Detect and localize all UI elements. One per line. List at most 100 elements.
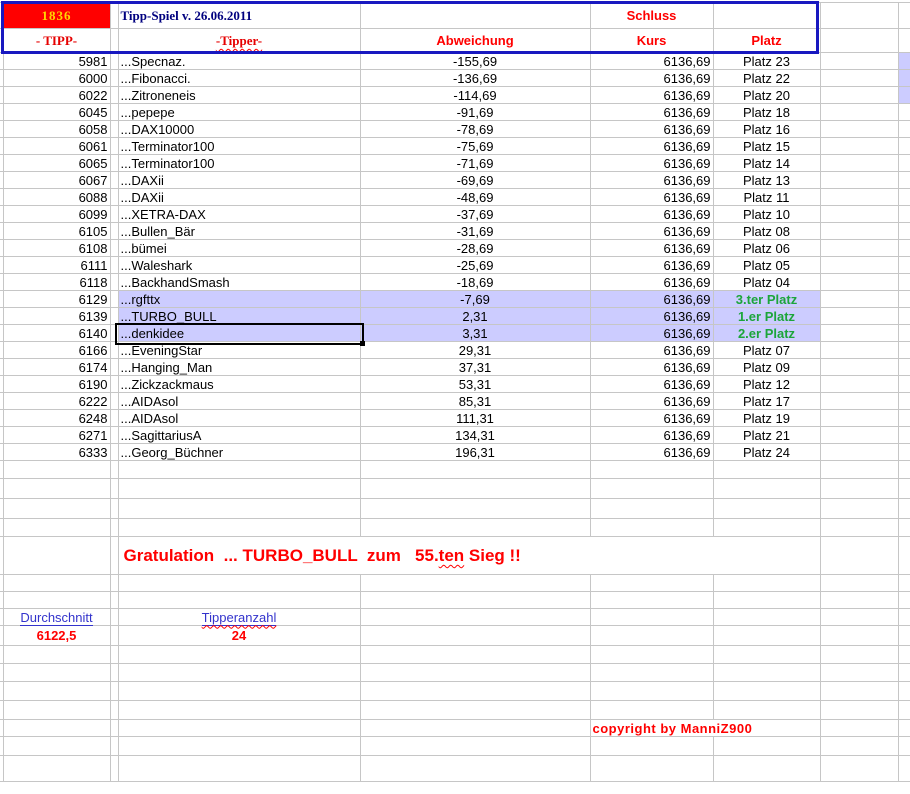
cell-kurs[interactable]: 6136,69: [589, 120, 714, 138]
cell-gap[interactable]: [109, 358, 119, 376]
empty-cell[interactable]: [819, 498, 899, 519]
cell-kurs[interactable]: 6136,69: [589, 341, 714, 359]
game-number-cell[interactable]: 1836: [2, 2, 111, 29]
cell-tipp[interactable]: 5981: [2, 52, 111, 70]
empty-cell[interactable]: [589, 663, 714, 682]
empty-cell[interactable]: [897, 663, 910, 682]
cell-tipper[interactable]: ...pepepe: [117, 103, 361, 121]
cell-abweichung[interactable]: -78,69: [359, 120, 591, 138]
col-header-abweichung[interactable]: Abweichung: [359, 28, 591, 53]
empty-cell[interactable]: [109, 536, 119, 575]
cell-edge[interactable]: [897, 205, 910, 223]
empty-cell[interactable]: [712, 755, 821, 782]
empty-cell[interactable]: [117, 700, 361, 720]
cell-kurs[interactable]: 6136,69: [589, 273, 714, 291]
cell-edge[interactable]: [897, 52, 910, 70]
cell-gap[interactable]: [109, 154, 119, 172]
cell-platz[interactable]: Platz 09: [712, 358, 821, 376]
cell-extra[interactable]: [819, 52, 899, 70]
cell-gap[interactable]: [109, 205, 119, 223]
empty-cell[interactable]: [2, 736, 111, 756]
empty-cell[interactable]: [712, 591, 821, 609]
cell-tipper[interactable]: ...TURBO_BULL: [117, 307, 361, 325]
cell-tipp[interactable]: 6061: [2, 137, 111, 155]
cell-extra[interactable]: [819, 69, 899, 87]
cell-platz[interactable]: Platz 22: [712, 69, 821, 87]
cell-kurs[interactable]: 6136,69: [589, 239, 714, 257]
empty-cell[interactable]: [897, 736, 910, 756]
cell-tipp[interactable]: 6140: [2, 324, 111, 342]
empty-cell[interactable]: [2, 681, 111, 701]
empty-cell[interactable]: [359, 755, 591, 782]
empty-cell[interactable]: [359, 2, 591, 29]
cell-gap[interactable]: [109, 52, 119, 70]
cell-edge[interactable]: [897, 307, 910, 325]
cell-gap[interactable]: [109, 222, 119, 240]
empty-cell[interactable]: [117, 460, 361, 479]
empty-cell[interactable]: [712, 574, 821, 592]
cell-kurs[interactable]: 6136,69: [589, 154, 714, 172]
cell-tipper[interactable]: ...EveningStar: [117, 341, 361, 359]
empty-cell[interactable]: [359, 625, 591, 646]
cell-abweichung[interactable]: -28,69: [359, 239, 591, 257]
cell-kurs[interactable]: 6136,69: [589, 324, 714, 342]
cell-edge[interactable]: [897, 222, 910, 240]
empty-cell[interactable]: [109, 700, 119, 720]
cell-gap[interactable]: [109, 188, 119, 206]
cell-tipper[interactable]: ...XETRA-DAX: [117, 205, 361, 223]
empty-cell[interactable]: [109, 663, 119, 682]
cell-extra[interactable]: [819, 154, 899, 172]
cell-gap[interactable]: [109, 307, 119, 325]
copyright-cell[interactable]: copyright by ManniZ900: [589, 719, 821, 737]
empty-cell[interactable]: [819, 645, 899, 664]
cell-edge[interactable]: [897, 171, 910, 189]
cell-gap[interactable]: [109, 239, 119, 257]
empty-cell[interactable]: [819, 755, 899, 782]
cell-tipp[interactable]: 6166: [2, 341, 111, 359]
cell-tipper[interactable]: ...denkidee: [117, 324, 361, 342]
empty-cell[interactable]: [2, 574, 111, 592]
count-label-cell[interactable]: Tipperanzahl: [117, 608, 361, 626]
cell-platz[interactable]: Platz 17: [712, 392, 821, 410]
empty-cell[interactable]: [109, 645, 119, 664]
empty-cell[interactable]: [589, 625, 714, 646]
cell-extra[interactable]: [819, 137, 899, 155]
cell-edge[interactable]: [897, 426, 910, 444]
cell-kurs[interactable]: 6136,69: [589, 205, 714, 223]
empty-cell[interactable]: [819, 663, 899, 682]
empty-cell[interactable]: [819, 536, 899, 575]
cell-kurs[interactable]: 6136,69: [589, 290, 714, 308]
cell-tipper[interactable]: ...SagittariusA: [117, 426, 361, 444]
empty-cell[interactable]: [712, 681, 821, 701]
cell-platz[interactable]: Platz 20: [712, 86, 821, 104]
cell-extra[interactable]: [819, 239, 899, 257]
cell-abweichung[interactable]: 85,31: [359, 392, 591, 410]
cell-kurs[interactable]: 6136,69: [589, 409, 714, 427]
empty-cell[interactable]: [589, 681, 714, 701]
cell-edge[interactable]: [897, 375, 910, 393]
cell-tipper[interactable]: ...DAXii: [117, 171, 361, 189]
empty-cell[interactable]: [359, 498, 591, 519]
cell-extra[interactable]: [819, 392, 899, 410]
cell-gap[interactable]: [109, 171, 119, 189]
empty-cell[interactable]: [897, 518, 910, 537]
cell-extra[interactable]: [819, 307, 899, 325]
cell-abweichung[interactable]: -25,69: [359, 256, 591, 274]
empty-cell[interactable]: [117, 736, 361, 756]
empty-cell[interactable]: [712, 625, 821, 646]
empty-cell[interactable]: [589, 591, 714, 609]
cell-tipp[interactable]: 6271: [2, 426, 111, 444]
empty-cell[interactable]: [2, 719, 111, 737]
empty-cell[interactable]: [109, 28, 119, 53]
empty-cell[interactable]: [897, 2, 910, 29]
cell-tipp[interactable]: 6105: [2, 222, 111, 240]
empty-cell[interactable]: [359, 478, 591, 499]
cell-platz[interactable]: Platz 14: [712, 154, 821, 172]
cell-platz[interactable]: Platz 05: [712, 256, 821, 274]
cell-kurs[interactable]: 6136,69: [589, 307, 714, 325]
cell-kurs[interactable]: 6136,69: [589, 222, 714, 240]
cell-abweichung[interactable]: -48,69: [359, 188, 591, 206]
cell-platz[interactable]: Platz 06: [712, 239, 821, 257]
cell-abweichung[interactable]: -91,69: [359, 103, 591, 121]
empty-cell[interactable]: [117, 478, 361, 499]
